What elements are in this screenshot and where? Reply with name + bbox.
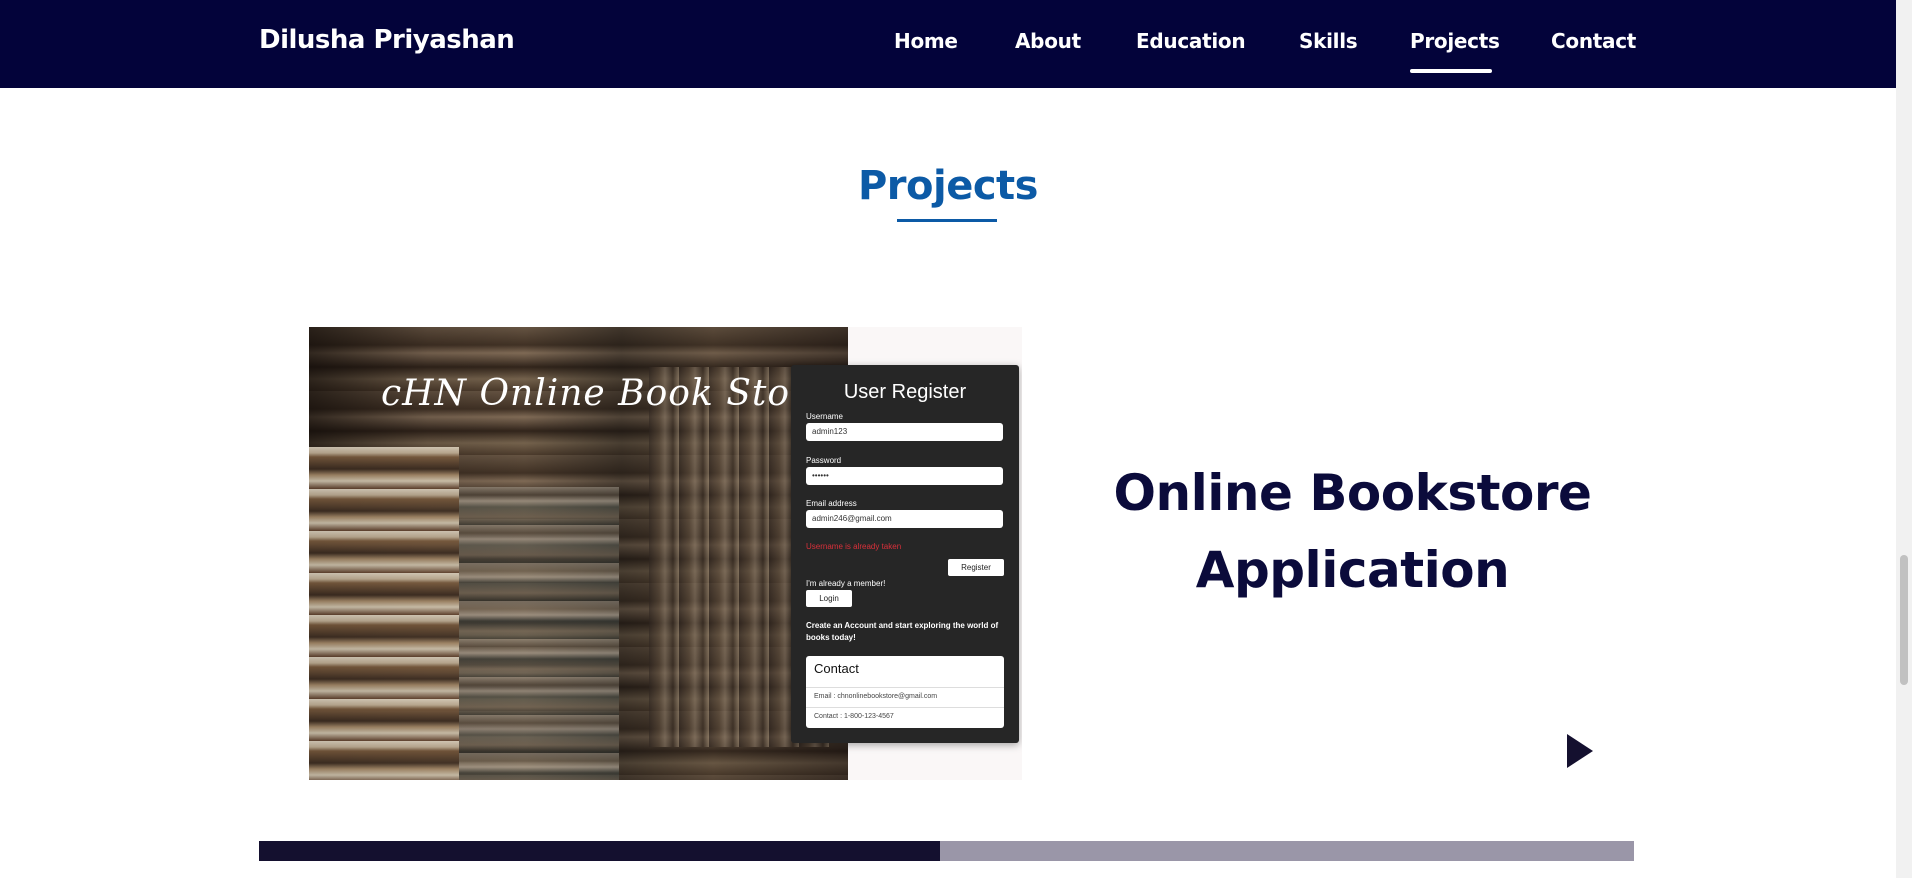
navbar: Dilusha Priyashan Home About Education S…	[0, 0, 1896, 88]
contact-phone: Contact : 1-800-123-4567	[806, 707, 1004, 726]
username-label: Username	[806, 412, 843, 421]
contact-box: Contact Email : chnonlinebookstore@gmail…	[806, 656, 1004, 728]
section-title-underline	[897, 219, 997, 222]
bookstack-left	[309, 447, 459, 780]
nav-menu: Home About Education Skills Projects Con…	[0, 29, 1896, 69]
password-field: ••••••	[806, 467, 1003, 485]
username-field: admin123	[806, 423, 1003, 441]
bookshelf-photo: cHN Online Book Store	[309, 327, 848, 780]
register-button: Register	[948, 559, 1004, 576]
register-form-title: User Register	[843, 381, 967, 403]
section-title: Projects	[857, 163, 1039, 209]
project-title: Online Bookstore Application	[1080, 455, 1625, 609]
nav-education[interactable]: Education	[1136, 29, 1246, 53]
scrollbar-thumb[interactable]	[1900, 555, 1908, 685]
page-scrollbar[interactable]	[1896, 0, 1912, 878]
register-form-card: User Register Username admin123 Password…	[791, 365, 1019, 743]
bookstore-logo-text: cHN Online Book Store	[381, 373, 831, 414]
login-button: Login	[806, 590, 852, 607]
email-field: admin246@gmail.com	[806, 510, 1003, 528]
bookstack-blur	[459, 487, 619, 780]
nav-skills[interactable]: Skills	[1299, 29, 1358, 53]
email-label: Email address	[806, 499, 857, 508]
carousel-progress	[259, 841, 1634, 861]
active-nav-indicator	[1410, 69, 1492, 73]
play-triangle-icon[interactable]	[1567, 734, 1593, 768]
error-message: Username is already taken	[806, 542, 902, 551]
password-label: Password	[806, 456, 842, 465]
contact-email: Email : chnonlinebookstore@gmail.com	[806, 687, 1004, 706]
nav-home[interactable]: Home	[894, 29, 958, 53]
register-cta: Create an Account and start exploring th…	[806, 621, 999, 642]
carousel-progress-fill	[259, 841, 940, 861]
nav-contact[interactable]: Contact	[1551, 29, 1636, 53]
nav-about[interactable]: About	[1015, 29, 1081, 53]
contact-title: Contact	[814, 661, 859, 676]
project-screenshot: cHN Online Book Store User Register User…	[309, 327, 1022, 780]
nav-projects[interactable]: Projects	[1410, 29, 1500, 53]
project-title-line-2: Application	[1195, 541, 1510, 599]
project-title-line-1: Online Bookstore	[1113, 464, 1592, 522]
member-text: I'm already a member!	[806, 579, 886, 588]
